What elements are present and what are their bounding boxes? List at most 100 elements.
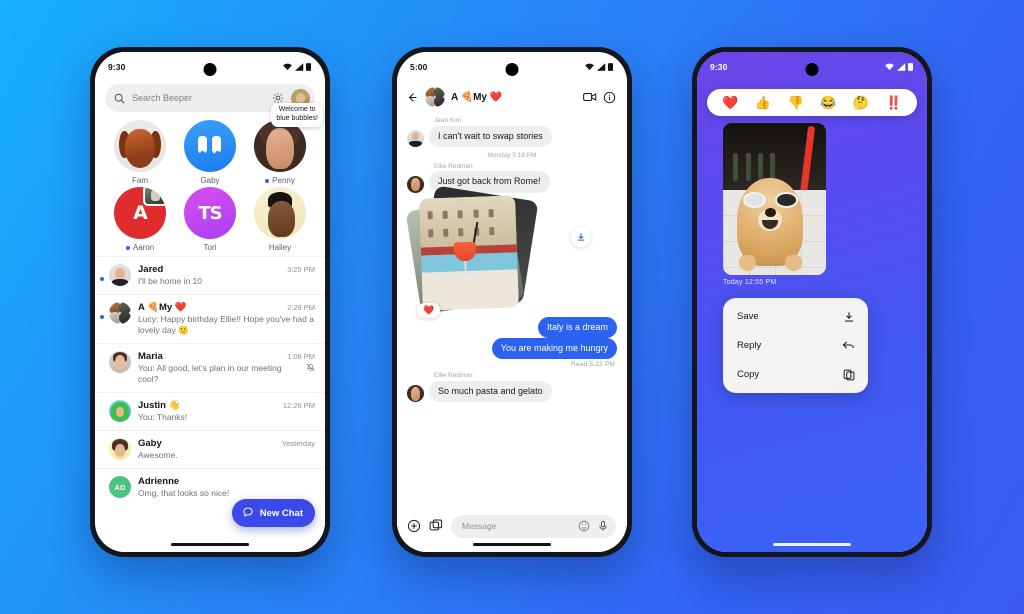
status-icons bbox=[585, 63, 613, 71]
pinned-chats-grid: Fam Gaby Welcome to blue bubbles! Penny … bbox=[95, 103, 325, 256]
add-attachment-icon[interactable] bbox=[407, 519, 421, 533]
emoji-icon[interactable] bbox=[578, 520, 590, 532]
status-time: 9:30 bbox=[108, 62, 126, 72]
reaction-laugh-icon[interactable]: 😂 bbox=[820, 96, 836, 109]
pinned-label: Fam bbox=[132, 176, 148, 185]
message-reactions[interactable]: ❤️ bbox=[417, 302, 441, 318]
new-chat-button[interactable]: New Chat bbox=[231, 499, 315, 527]
phone1-content: 9:30 Search Beeper Fam Gaby Welcome to b… bbox=[95, 52, 325, 552]
message-incoming[interactable]: I can't wait to swap stories bbox=[407, 125, 617, 147]
camera-punch-hole bbox=[805, 63, 819, 76]
chat-name: Gaby bbox=[138, 438, 162, 450]
chat-preview: You: Thanks! bbox=[138, 412, 188, 423]
chat-row-body: Maria 1:08 PM You: All good, let's plan … bbox=[138, 351, 315, 385]
avatar bbox=[407, 129, 424, 147]
reaction-emoji: ❤️ bbox=[423, 304, 435, 315]
avatar-initials: TS bbox=[198, 202, 222, 224]
pinned-chat-hailey[interactable]: Hailey bbox=[245, 187, 315, 252]
phone1-screen: 9:30 Search Beeper Fam Gaby Welcome to b… bbox=[95, 52, 325, 552]
reaction-thinking-icon[interactable]: 🤔 bbox=[853, 96, 869, 109]
tooltip-line-2: blue bubbles! bbox=[276, 114, 318, 122]
reaction-picker[interactable]: ❤️ 👍 👎 😂 🤔 ‼️ bbox=[707, 89, 917, 116]
avatar: AD bbox=[109, 476, 131, 499]
reaction-thumbsup-icon[interactable]: 👍 bbox=[755, 96, 771, 109]
avatar bbox=[109, 302, 131, 325]
cellular-signal-icon bbox=[896, 63, 905, 71]
phone3-screen: 9:30 ❤️ 👍 👎 😂 🤔 ‼️ Today 12:55 PM Save R… bbox=[697, 52, 927, 552]
gallery-icon[interactable] bbox=[429, 519, 443, 533]
context-menu[interactable]: Save Reply Copy bbox=[723, 298, 868, 393]
photo-timestamp: Today 12:55 PM bbox=[723, 279, 777, 286]
tooltip-line-1: Welcome to bbox=[278, 106, 316, 113]
chat-time: 2:29 PM bbox=[287, 303, 315, 313]
wifi-icon bbox=[283, 63, 292, 71]
menu-item-reply[interactable]: Reply bbox=[723, 331, 868, 360]
message-input[interactable]: Message bbox=[451, 514, 616, 538]
chat-time: 12:26 PM bbox=[282, 401, 315, 411]
avatar-gaby bbox=[184, 120, 236, 172]
back-arrow-icon[interactable] bbox=[406, 91, 419, 104]
menu-label: Save bbox=[737, 311, 759, 322]
reply-arrow-icon bbox=[842, 339, 855, 352]
search-input[interactable]: Search Beeper bbox=[132, 93, 265, 103]
avatar bbox=[109, 400, 131, 423]
avatar bbox=[109, 264, 131, 286]
avatar-fam bbox=[114, 120, 166, 172]
chat-preview: I'll be home in 10 bbox=[138, 276, 202, 286]
home-indicator bbox=[171, 543, 249, 546]
pinned-chat-gaby[interactable]: Gaby bbox=[175, 120, 245, 185]
video-call-icon[interactable] bbox=[583, 90, 597, 104]
chat-row-justin[interactable]: Justin 👋 12:26 PM You: Thanks! bbox=[95, 392, 325, 430]
pinned-label: Penny bbox=[265, 176, 295, 185]
chat-row-gaby[interactable]: Gaby Yesterday Awesome. bbox=[95, 430, 325, 468]
chat-row-maria[interactable]: Maria 1:08 PM You: All good, let's plan … bbox=[95, 343, 325, 392]
battery-icon bbox=[908, 63, 913, 71]
status-icons bbox=[885, 63, 913, 71]
message-placeholder: Message bbox=[462, 521, 497, 531]
photo-attachment-stack[interactable]: ❤️ bbox=[405, 185, 591, 318]
pinned-chat-fam[interactable]: Fam bbox=[105, 120, 175, 185]
message-bubble-outgoing: Italy is a dream bbox=[537, 316, 617, 338]
pinned-chat-aaron[interactable]: A Aaron bbox=[105, 187, 175, 252]
reaction-thumbsdown-icon[interactable]: 👎 bbox=[788, 96, 804, 109]
download-icon[interactable] bbox=[571, 226, 591, 247]
phone-media-actions: 9:30 ❤️ 👍 👎 😂 🤔 ‼️ Today 12:55 PM Save R… bbox=[692, 47, 932, 557]
photo-message[interactable] bbox=[723, 123, 826, 275]
new-chat-label: New Chat bbox=[259, 507, 303, 519]
avatar-hailey bbox=[254, 187, 306, 239]
avatar bbox=[407, 175, 424, 193]
pinned-name: Hailey bbox=[268, 243, 292, 252]
chat-bubble-icon bbox=[242, 506, 254, 521]
reaction-heart-icon[interactable]: ❤️ bbox=[722, 96, 738, 109]
menu-item-save[interactable]: Save bbox=[723, 302, 868, 331]
attachment-badge-icon bbox=[143, 187, 166, 206]
avatar-penny bbox=[254, 120, 306, 172]
message-incoming[interactable]: So much pasta and gelato bbox=[407, 380, 617, 402]
unread-dot bbox=[265, 178, 270, 183]
chat-preview: You: All good, let's plan in our meeting… bbox=[138, 363, 282, 385]
chat-row-jared[interactable]: Jared 3:25 PM I'll be home in 10 bbox=[95, 256, 325, 294]
pinned-chat-penny[interactable]: Welcome to blue bubbles! Penny bbox=[245, 103, 323, 185]
battery-icon bbox=[306, 63, 311, 71]
phone2-content: 5:00 A 🍕My ❤️ Jean Kim I can't wait to s… bbox=[397, 52, 627, 552]
dog-subject bbox=[737, 177, 804, 272]
message-sender: Ellie Redman bbox=[434, 162, 473, 170]
conversation-title: A 🍕My ❤️ bbox=[451, 91, 503, 103]
menu-item-copy[interactable]: Copy bbox=[723, 360, 868, 389]
conversation-avatar[interactable] bbox=[425, 87, 445, 107]
info-icon[interactable] bbox=[603, 91, 616, 104]
chat-name: Jared bbox=[138, 264, 164, 275]
message-bubble: So much pasta and gelato bbox=[429, 380, 552, 402]
pinned-label: Tori bbox=[204, 243, 217, 252]
chat-name: Justin 👋 bbox=[138, 400, 181, 412]
microphone-icon[interactable] bbox=[597, 520, 609, 532]
conversation-header: A 🍕My ❤️ bbox=[397, 82, 627, 112]
pinned-chat-tori[interactable]: TS Tori bbox=[175, 187, 245, 252]
status-icons bbox=[283, 63, 311, 71]
read-receipt: Read 5:23 PM bbox=[571, 361, 615, 368]
chat-row-group[interactable]: A 🍕My ❤️ 2:29 PM Lucy: Happy birthday El… bbox=[95, 294, 325, 343]
photo-card-front[interactable] bbox=[419, 194, 519, 311]
message-thread[interactable]: Jean Kim I can't wait to swap stories Mo… bbox=[397, 112, 627, 507]
reaction-exclamation-icon[interactable]: ‼️ bbox=[886, 96, 902, 109]
camera-punch-hole bbox=[203, 63, 217, 76]
